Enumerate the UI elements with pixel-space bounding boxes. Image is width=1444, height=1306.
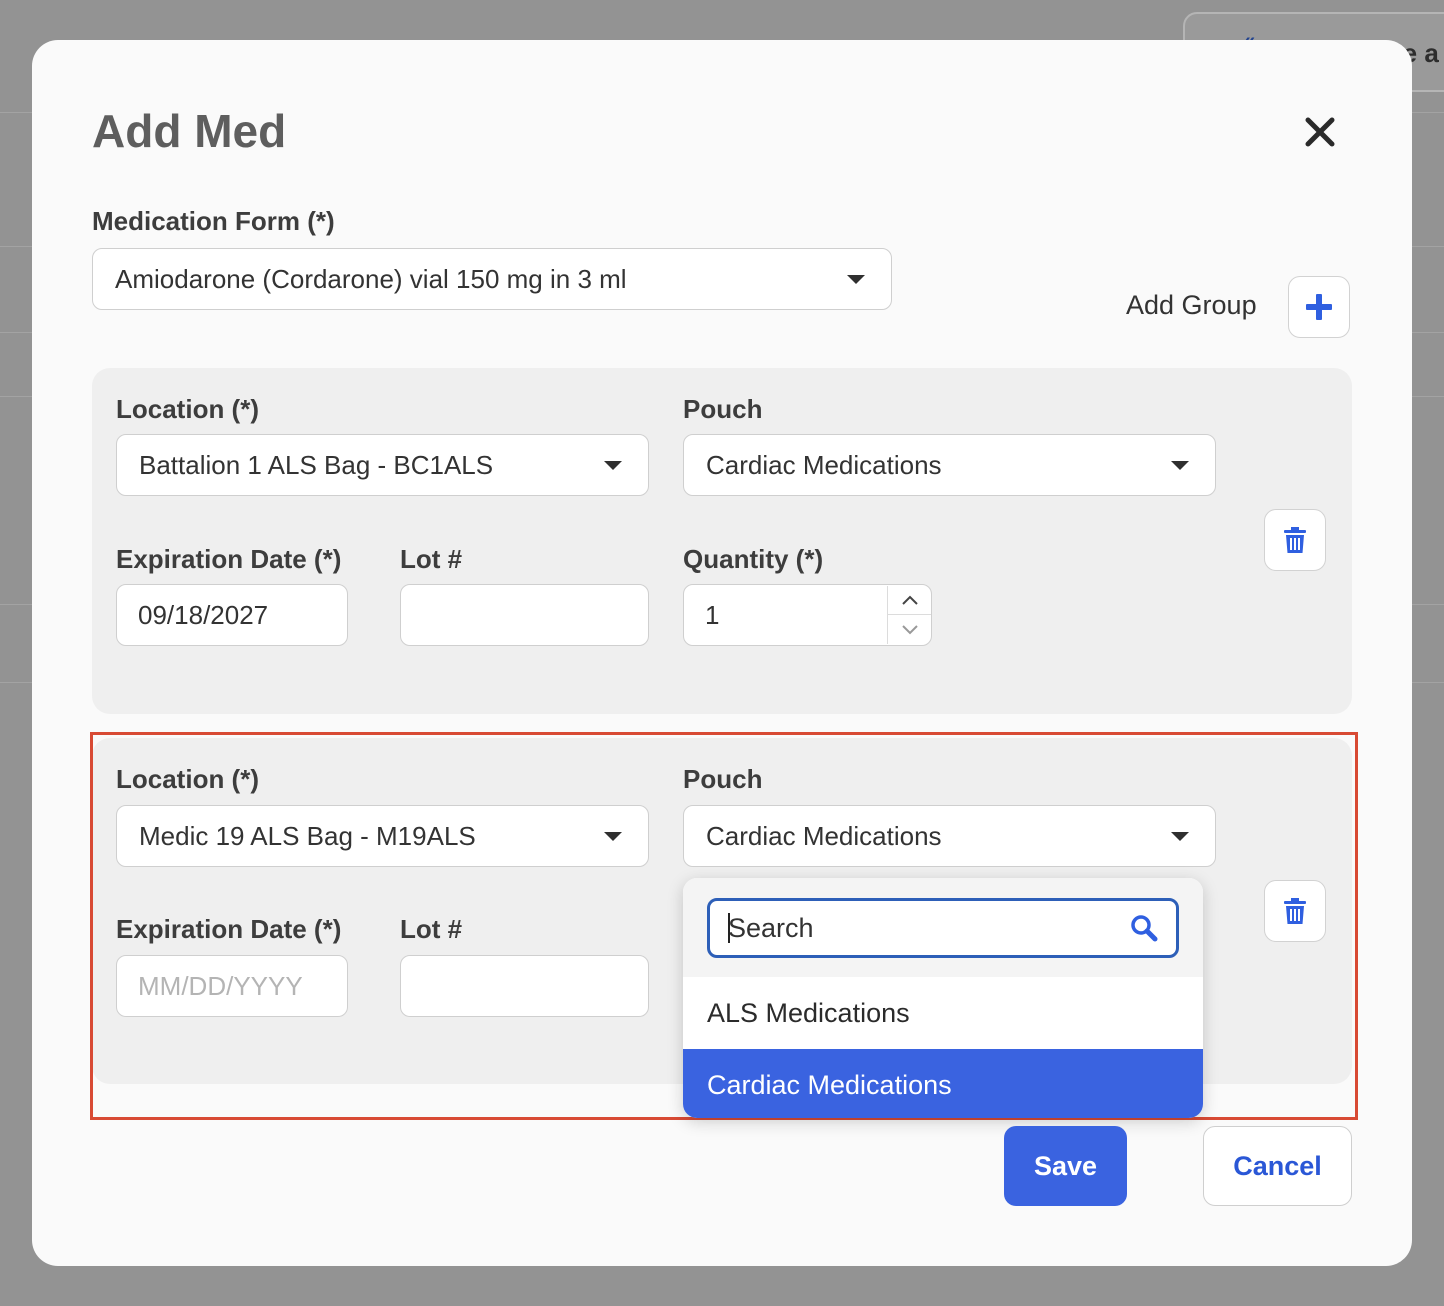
add-med-modal: Add Med Medication Form (*) Amiodarone (…: [32, 40, 1412, 1266]
pouch-select[interactable]: Cardiac Medications: [683, 434, 1216, 496]
quantity-decrement-button[interactable]: [888, 615, 931, 644]
location-value: Battalion 1 ALS Bag - BC1ALS: [139, 450, 494, 480]
quantity-value: 1: [705, 600, 720, 630]
trash-icon: [1284, 527, 1306, 553]
quantity-label: Quantity (*): [683, 544, 824, 574]
save-button[interactable]: Save: [1004, 1126, 1127, 1206]
medication-form-label: Medication Form (*): [92, 206, 335, 236]
expiration-date-input[interactable]: 09/18/2027: [116, 584, 348, 646]
search-placeholder: Search: [728, 913, 814, 943]
search-icon: [1131, 915, 1158, 942]
quantity-increment-button[interactable]: [888, 586, 931, 615]
add-group-label: Add Group: [1126, 290, 1257, 320]
chevron-up-icon: [901, 595, 918, 605]
close-button[interactable]: [1298, 110, 1342, 154]
dropdown-search-input[interactable]: Search: [707, 898, 1179, 958]
caret-down-icon: [604, 461, 622, 470]
pouch-value: Cardiac Medications: [706, 450, 942, 480]
caret-down-icon: [847, 275, 865, 284]
medication-form-value: Amiodarone (Cordarone) vial 150 mg in 3 …: [115, 264, 627, 294]
cancel-button[interactable]: Cancel: [1203, 1126, 1352, 1206]
caret-down-icon: [1171, 461, 1189, 470]
delete-group-1-button[interactable]: [1264, 509, 1326, 571]
chevron-down-icon: [901, 624, 918, 634]
pouch-dropdown-menu: Search ALS Medications Cardiac Medicatio…: [683, 878, 1203, 1118]
dropdown-option-selected[interactable]: Cardiac Medications: [683, 1049, 1203, 1118]
location-label: Location (*): [116, 394, 259, 424]
location-select[interactable]: Battalion 1 ALS Bag - BC1ALS: [116, 434, 649, 496]
quantity-spin-buttons: [887, 586, 931, 644]
lot-number-label: Lot #: [400, 544, 463, 574]
pouch-label: Pouch: [683, 394, 763, 424]
lot-number-input[interactable]: [400, 584, 649, 646]
add-group-button[interactable]: [1288, 276, 1350, 338]
medication-form-select[interactable]: Amiodarone (Cordarone) vial 150 mg in 3 …: [92, 248, 892, 310]
modal-title: Add Med: [92, 105, 287, 157]
dropdown-search-area: Search: [683, 878, 1203, 977]
expiration-date-label: Expiration Date (*): [116, 544, 342, 574]
close-icon: [1305, 117, 1335, 147]
plus-icon: [1306, 294, 1332, 320]
dropdown-option[interactable]: ALS Medications: [683, 977, 1203, 1049]
text-cursor: [728, 913, 730, 943]
